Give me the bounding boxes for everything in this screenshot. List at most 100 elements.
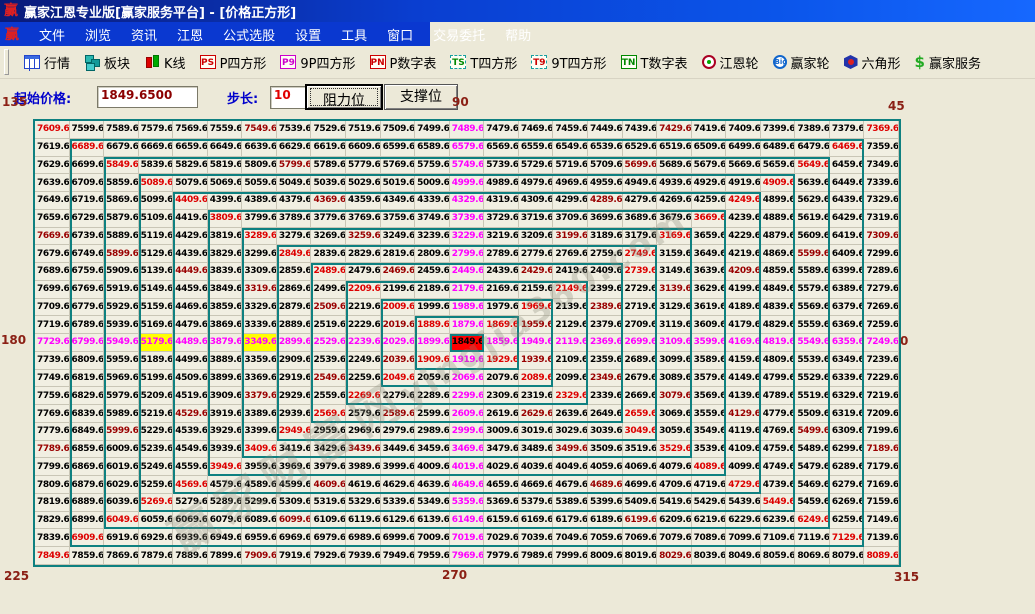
grid-cell[interactable]: 3069.65 — [657, 405, 692, 423]
grid-cell[interactable]: 6649.65 — [208, 139, 243, 157]
grid-cell[interactable]: 7859.65 — [70, 547, 105, 565]
grid-cell[interactable]: 5339.65 — [381, 494, 416, 512]
grid-cell[interactable]: 6869.65 — [70, 458, 105, 476]
grid-cell[interactable]: 6889.65 — [70, 494, 105, 512]
grid-cell[interactable]: 5319.65 — [311, 494, 346, 512]
grid-cell[interactable]: 3089.65 — [657, 370, 692, 388]
grid-cell[interactable]: 5829.65 — [173, 157, 208, 175]
grid-cell[interactable]: 4409.65 — [173, 192, 208, 210]
grid-cell[interactable]: 7659.65 — [35, 210, 70, 228]
grid-cell[interactable]: 7049.65 — [553, 529, 588, 547]
grid-cell[interactable]: 6769.65 — [70, 281, 105, 299]
grid-cell[interactable]: 7649.65 — [35, 192, 70, 210]
menu-item-资讯[interactable]: 资讯 — [121, 25, 167, 44]
grid-cell[interactable]: 3219.65 — [484, 228, 519, 246]
grid-cell[interactable]: 2909.65 — [277, 352, 312, 370]
grid-cell[interactable]: 7019.65 — [450, 529, 485, 547]
grid-cell[interactable]: 2729.65 — [623, 281, 658, 299]
grid-cell[interactable]: 4639.65 — [415, 476, 450, 494]
grid-cell[interactable]: 3759.65 — [381, 210, 416, 228]
toolbar-button-赢家轮[interactable]: Big赢家轮 — [766, 51, 837, 74]
grid-cell[interactable]: 7899.65 — [208, 547, 243, 565]
grid-cell[interactable]: 3429.65 — [311, 441, 346, 459]
grid-cell[interactable]: 5019.65 — [381, 174, 416, 192]
grid-cell[interactable]: 5489.65 — [795, 441, 830, 459]
grid-cell[interactable]: 3519.65 — [623, 441, 658, 459]
grid-cell[interactable]: 5519.65 — [795, 387, 830, 405]
grid-cell[interactable]: 3379.65 — [242, 387, 277, 405]
grid-cell[interactable]: 5909.65 — [104, 263, 139, 281]
grid-cell[interactable]: 2539.65 — [311, 352, 346, 370]
grid-cell[interactable]: 7699.65 — [35, 281, 70, 299]
grid-cell[interactable]: 6179.65 — [553, 512, 588, 530]
grid-cell[interactable]: 2969.65 — [346, 423, 381, 441]
grid-cell[interactable]: 4269.65 — [657, 192, 692, 210]
grid-cell[interactable]: 5649.65 — [795, 157, 830, 175]
grid-cell[interactable]: 5729.65 — [519, 157, 554, 175]
grid-cell[interactable]: 3819.65 — [208, 228, 243, 246]
grid-cell[interactable]: 4769.65 — [761, 423, 796, 441]
grid-cell[interactable]: 1889.65 — [415, 316, 450, 334]
grid-cell[interactable]: 4999.65 — [450, 174, 485, 192]
grid-cell[interactable]: 3609.65 — [692, 316, 727, 334]
grid-cell[interactable]: 3699.65 — [588, 210, 623, 228]
grid-cell[interactable]: 3629.65 — [692, 281, 727, 299]
grid-cell[interactable]: 3919.65 — [208, 405, 243, 423]
grid-cell[interactable]: 7189.65 — [864, 441, 899, 459]
grid-cell[interactable]: 5299.65 — [242, 494, 277, 512]
grid-cell[interactable]: 2989.65 — [415, 423, 450, 441]
grid-cell[interactable]: 4859.65 — [761, 263, 796, 281]
grid-cell[interactable]: 7959.65 — [415, 547, 450, 565]
grid-cell[interactable]: 5679.65 — [692, 157, 727, 175]
grid-cell[interactable]: 4159.65 — [726, 352, 761, 370]
grid-cell[interactable]: 6609.65 — [346, 139, 381, 157]
grid-cell[interactable]: 2739.65 — [623, 263, 658, 281]
grid-cell[interactable]: 6819.65 — [70, 370, 105, 388]
grid-cell[interactable]: 2359.65 — [588, 352, 623, 370]
grid-cell[interactable]: 5179.65 — [139, 334, 174, 352]
grid-cell[interactable]: 2669.65 — [623, 387, 658, 405]
grid-cell[interactable]: 7109.65 — [761, 529, 796, 547]
grid-cell[interactable]: 3989.65 — [346, 458, 381, 476]
grid-cell[interactable]: 2379.65 — [588, 316, 623, 334]
toolbar-button-9T四方形[interactable]: T99T四方形 — [524, 51, 613, 74]
grid-cell[interactable]: 5009.65 — [415, 174, 450, 192]
grid-cell[interactable]: 4839.65 — [761, 299, 796, 317]
grid-cell[interactable]: 7489.65 — [450, 121, 485, 139]
grid-cell[interactable]: 3869.65 — [208, 316, 243, 334]
grid-cell[interactable]: 6239.65 — [761, 512, 796, 530]
grid-cell[interactable]: 7089.65 — [692, 529, 727, 547]
toolbar-grip[interactable] — [4, 49, 9, 75]
grid-cell[interactable]: 4689.65 — [588, 476, 623, 494]
grid-cell[interactable]: 4279.65 — [623, 192, 658, 210]
grid-cell[interactable]: 4669.65 — [519, 476, 554, 494]
grid-cell[interactable]: 5559.65 — [795, 316, 830, 334]
grid-cell[interactable]: 3169.65 — [657, 228, 692, 246]
grid-cell[interactable]: 5869.65 — [104, 192, 139, 210]
grid-cell[interactable]: 4609.65 — [311, 476, 346, 494]
grid-cell[interactable]: 5029.65 — [346, 174, 381, 192]
grid-cell[interactable]: 5159.65 — [139, 299, 174, 317]
grid-cell[interactable]: 7199.65 — [864, 423, 899, 441]
grid-cell[interactable]: 7149.65 — [864, 512, 899, 530]
grid-cell[interactable]: 2929.65 — [277, 387, 312, 405]
grid-cell[interactable]: 4139.65 — [726, 387, 761, 405]
grid-cell[interactable]: 4899.65 — [761, 192, 796, 210]
grid-cell[interactable]: 4799.65 — [761, 370, 796, 388]
grid-cell[interactable]: 2499.65 — [311, 281, 346, 299]
grid-cell[interactable]: 7439.65 — [623, 121, 658, 139]
grid-cell[interactable]: 4089.65 — [692, 458, 727, 476]
grid-cell[interactable]: 2439.65 — [484, 263, 519, 281]
grid-cell[interactable]: 5039.65 — [311, 174, 346, 192]
grid-cell[interactable]: 5149.65 — [139, 281, 174, 299]
grid-cell[interactable]: 7609.65 — [35, 121, 70, 139]
grid-cell[interactable]: 3689.65 — [623, 210, 658, 228]
grid-cell[interactable]: 2779.65 — [519, 245, 554, 263]
grid-cell[interactable]: 6329.65 — [830, 387, 865, 405]
grid-cell[interactable]: 5629.65 — [795, 192, 830, 210]
grid-cell[interactable]: 5889.65 — [104, 228, 139, 246]
grid-cell[interactable]: 2469.65 — [381, 263, 416, 281]
grid-cell[interactable]: 5899.65 — [104, 245, 139, 263]
grid-cell[interactable]: 4729.65 — [726, 476, 761, 494]
grid-cell[interactable]: 7709.65 — [35, 299, 70, 317]
